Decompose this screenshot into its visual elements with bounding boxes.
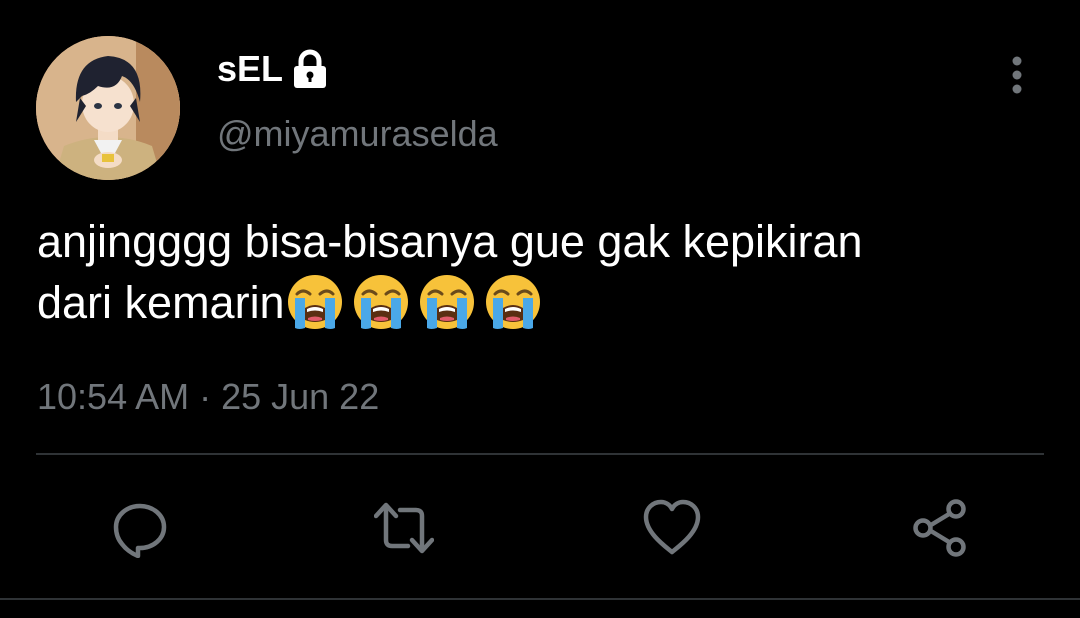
loudly-crying-face-emoji bbox=[419, 275, 474, 329]
tweet-text-line-2-words: dari kemarin bbox=[37, 277, 285, 328]
tweet-detail: sEL @miyamuraselda anjingggg bisa-bisany… bbox=[0, 0, 1080, 618]
loudly-crying-face-emoji bbox=[353, 275, 408, 329]
tweet-text-line-1: anjingggg bisa-bisanya gue gak kepikiran bbox=[37, 216, 863, 267]
reply-button[interactable] bbox=[110, 498, 170, 558]
avatar-image bbox=[36, 36, 180, 180]
reply-icon bbox=[113, 503, 167, 558]
loudly-crying-face-emoji bbox=[287, 275, 342, 329]
retweet-icon bbox=[374, 502, 434, 554]
author-handle[interactable]: @miyamuraselda bbox=[217, 112, 498, 156]
tweet-text: anjingggg bisa-bisanya gue gak kepikiran… bbox=[37, 212, 1047, 333]
lock-icon bbox=[290, 47, 330, 91]
author-name-row: sEL bbox=[217, 44, 330, 94]
loudly-crying-face-emoji bbox=[485, 275, 540, 329]
heart-icon bbox=[643, 499, 701, 555]
more-options-icon[interactable] bbox=[1000, 55, 1034, 95]
tweet-text-line-2: dari kemarin bbox=[37, 272, 1047, 333]
share-button[interactable] bbox=[910, 498, 970, 558]
divider bbox=[36, 453, 1044, 455]
emoji-group bbox=[285, 275, 549, 329]
bottom-divider bbox=[0, 598, 1080, 600]
share-icon bbox=[913, 499, 966, 557]
retweet-button[interactable] bbox=[374, 498, 434, 558]
display-name[interactable]: sEL bbox=[217, 44, 283, 94]
tweet-timestamp[interactable]: 10:54 AM · 25 Jun 22 bbox=[37, 374, 379, 420]
avatar[interactable] bbox=[36, 36, 180, 180]
like-button[interactable] bbox=[642, 498, 702, 558]
